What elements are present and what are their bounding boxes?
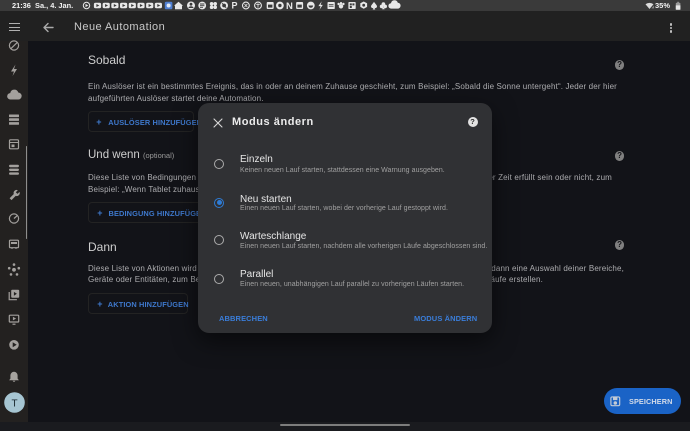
svg-text:N: N bbox=[286, 1, 293, 11]
svg-text:P: P bbox=[232, 1, 238, 11]
svg-text:T: T bbox=[11, 398, 17, 409]
